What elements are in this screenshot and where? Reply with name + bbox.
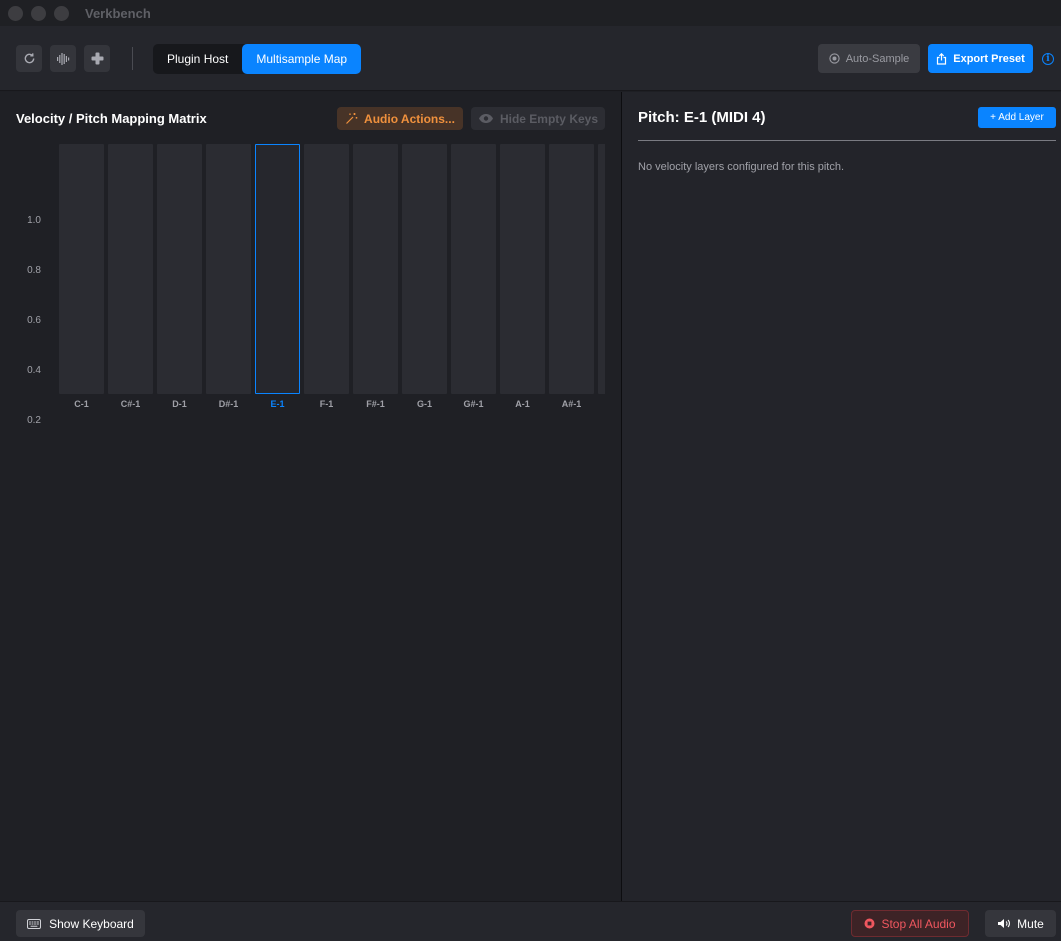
y-tick-label: 0.6 <box>27 315 41 326</box>
pitch-column-label: D#-1 <box>218 399 239 409</box>
y-tick-label: 0.8 <box>27 265 41 276</box>
magic-wand-icon <box>346 113 358 124</box>
app-window: Verkbench Plugin Host Multisample Map Au… <box>0 0 1061 941</box>
export-preset-label: Export Preset <box>953 52 1025 65</box>
pitch-column[interactable] <box>157 144 202 394</box>
hide-empty-keys-button[interactable]: Hide Empty Keys <box>471 107 605 130</box>
title-bar: Verkbench <box>0 0 1061 26</box>
tab-plugin-host[interactable]: Plugin Host <box>153 44 242 74</box>
pitch-column[interactable] <box>402 144 447 394</box>
speaker-icon <box>998 919 1011 928</box>
pitch-column-label: D-1 <box>172 399 187 409</box>
add-button[interactable] <box>84 45 110 72</box>
mute-button[interactable]: Mute <box>985 910 1056 937</box>
pitch-column[interactable] <box>500 144 545 394</box>
stop-all-audio-button[interactable]: Stop All Audio <box>851 910 969 937</box>
keyboard-icon <box>27 918 42 929</box>
y-tick-label: 1.0 <box>27 215 41 226</box>
waveform-icon <box>56 52 69 65</box>
pitch-grid: C-1 C#-1 D-1 D#-1 E-1 F-1 F#-1 G-1 G#-1 A-1 A#-1 <box>59 144 605 424</box>
show-keyboard-label: Show Keyboard <box>49 916 134 931</box>
audio-actions-button[interactable]: Audio Actions... <box>337 107 463 130</box>
pitch-column-label: A#-1 <box>561 399 582 409</box>
share-icon <box>937 52 947 65</box>
info-icon[interactable]: i <box>1042 53 1054 65</box>
toolbar: Plugin Host Multisample Map Auto-Sample … <box>0 26 1061 91</box>
close-window-button[interactable] <box>8 5 23 21</box>
status-bar: Show Keyboard Stop All Audio Mute <box>0 901 1061 941</box>
refresh-button[interactable] <box>16 45 42 72</box>
stop-all-audio-label: Stop All Audio <box>881 916 956 931</box>
window-controls <box>8 5 69 21</box>
pitch-column[interactable] <box>108 144 153 394</box>
velocity-axis: 1.0 0.8 0.6 0.4 0.2 <box>0 144 46 426</box>
minimize-window-button[interactable] <box>31 5 46 21</box>
waveform-button[interactable] <box>50 45 76 72</box>
tab-multisample-map[interactable]: Multisample Map <box>242 44 362 74</box>
view-tabs: Plugin Host Multisample Map <box>153 44 362 74</box>
pitch-column[interactable] <box>451 144 496 394</box>
plus-icon <box>91 52 103 65</box>
eye-icon <box>478 114 493 123</box>
pitch-column[interactable] <box>59 144 104 394</box>
stop-icon <box>864 918 875 929</box>
pitch-column-label: F#-1 <box>366 399 385 409</box>
pitch-column[interactable] <box>255 144 300 394</box>
pitch-column-label: C#-1 <box>120 399 141 409</box>
mapping-matrix-panel: Velocity / Pitch Mapping Matrix Audio Ac… <box>0 92 621 901</box>
auto-sample-button[interactable]: Auto-Sample <box>818 44 920 73</box>
pitch-column[interactable] <box>598 144 605 394</box>
pitch-column-label: F-1 <box>319 399 334 409</box>
empty-layers-message: No velocity layers configured for this p… <box>638 161 845 173</box>
audio-actions-label: Audio Actions... <box>364 111 455 126</box>
export-preset-button[interactable]: Export Preset <box>928 44 1033 73</box>
zoom-window-button[interactable] <box>54 5 69 21</box>
pitch-detail-panel: Pitch: E-1 (MIDI 4) + Add Layer No veloc… <box>622 92 1061 901</box>
pitch-column[interactable] <box>353 144 398 394</box>
header-divider <box>638 140 1056 141</box>
pitch-title: Pitch: E-1 (MIDI 4) <box>638 109 766 126</box>
pitch-column[interactable] <box>206 144 251 394</box>
add-layer-button[interactable]: + Add Layer <box>978 107 1056 128</box>
pitch-column-label: G#-1 <box>463 399 484 409</box>
pitch-column-label: A-1 <box>515 399 530 409</box>
window-title: Verkbench <box>85 5 151 21</box>
hide-empty-keys-label: Hide Empty Keys <box>499 111 599 126</box>
toolbar-divider <box>132 47 133 70</box>
matrix-title: Velocity / Pitch Mapping Matrix <box>16 111 207 126</box>
mute-label: Mute <box>1017 916 1044 931</box>
pitch-column-label: G-1 <box>416 399 432 409</box>
pitch-column[interactable] <box>304 144 349 394</box>
y-tick-label: 0.4 <box>27 365 41 376</box>
pitch-column-label: E-1 <box>270 399 285 409</box>
show-keyboard-button[interactable]: Show Keyboard <box>16 910 145 937</box>
pitch-column-label: C-1 <box>74 399 89 409</box>
auto-sample-label: Auto-Sample <box>845 52 910 65</box>
y-tick-label: 0.2 <box>27 415 41 426</box>
record-icon <box>829 53 840 64</box>
pitch-column[interactable] <box>549 144 594 394</box>
refresh-icon <box>24 53 34 64</box>
